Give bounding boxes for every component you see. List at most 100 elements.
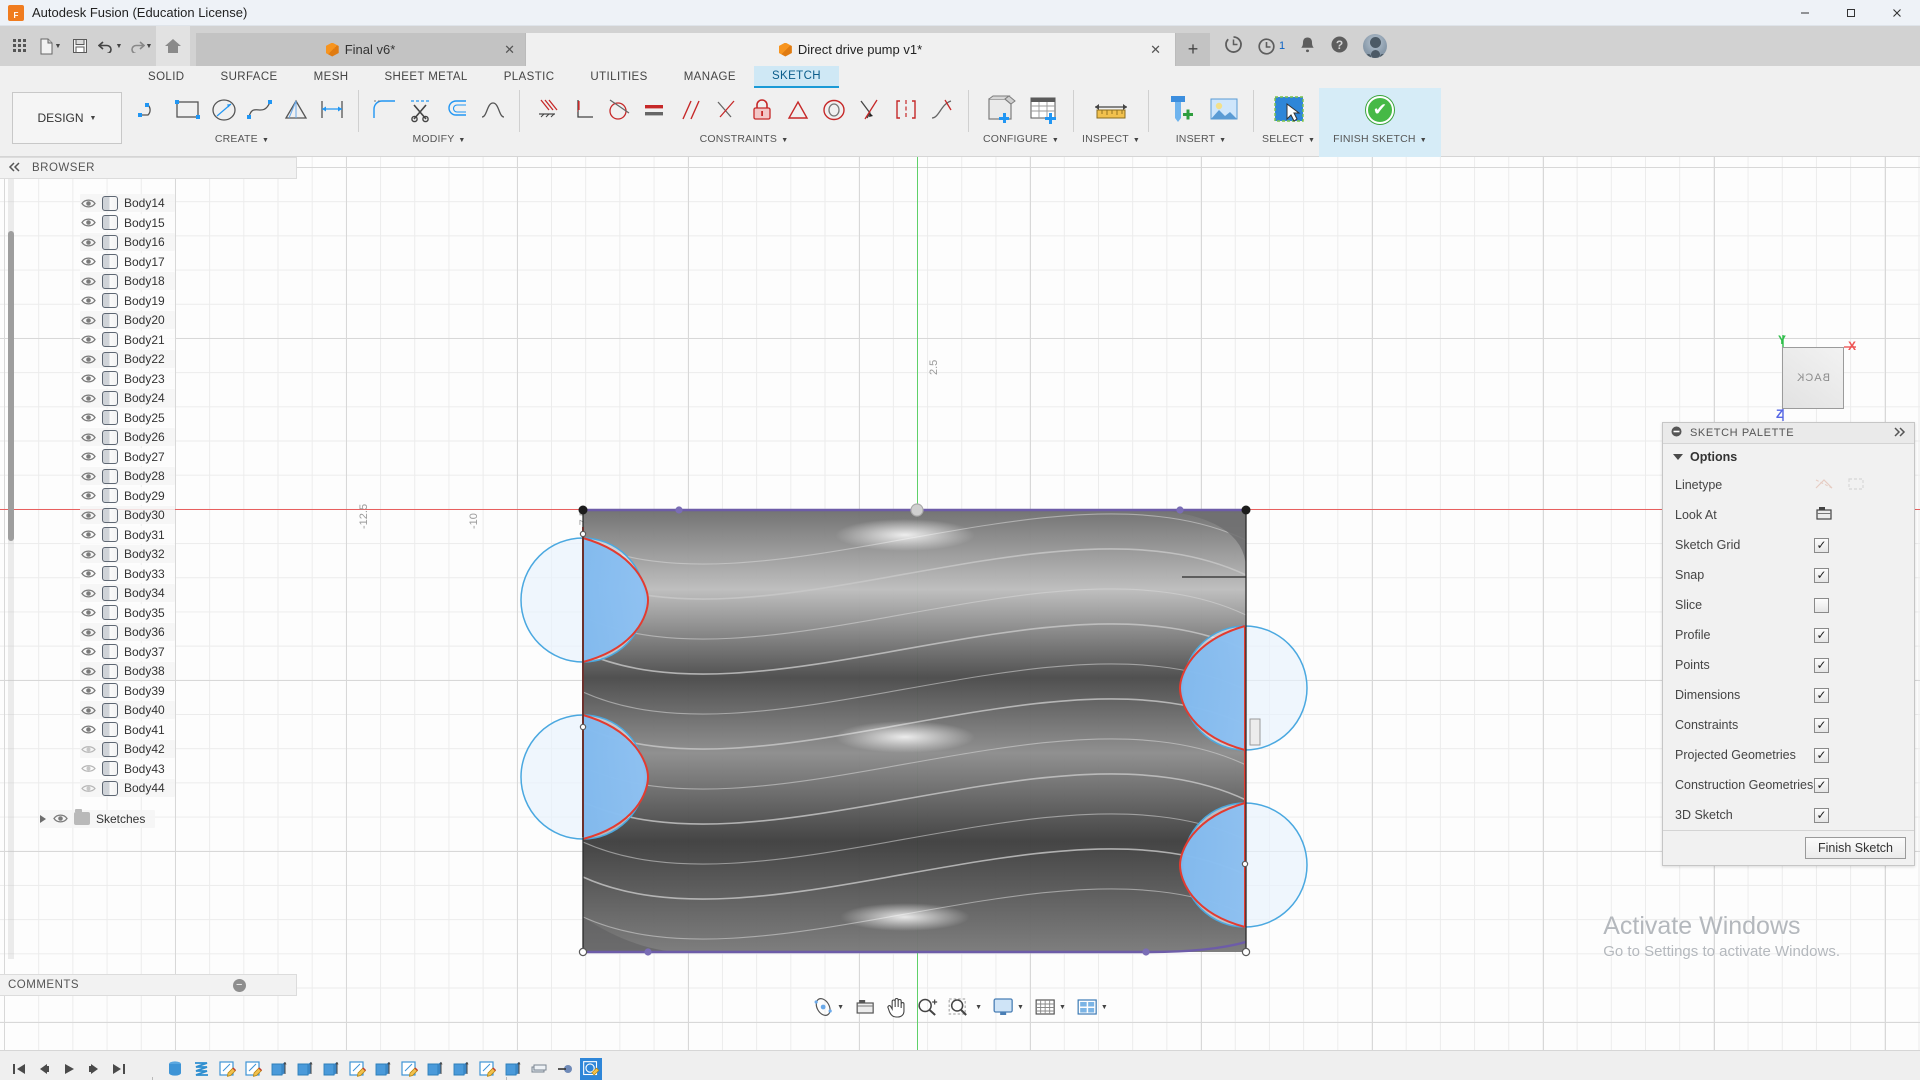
step-back-button[interactable] — [33, 1057, 55, 1080]
new-tab-button[interactable]: + — [1176, 33, 1210, 66]
configuration-table-tool[interactable] — [1021, 88, 1065, 132]
visibility-eye-icon[interactable] — [80, 430, 96, 444]
tab-sketch[interactable]: SKETCH — [753, 66, 839, 88]
visibility-eye-icon[interactable] — [80, 255, 96, 269]
browser-panel[interactable]: BROWSER Body14 Body15 Body16 Body17 Body18 Bo… — [0, 157, 297, 959]
browser-tree[interactable]: Body14 Body15 Body16 Body17 Body18 Body19 Body… — [0, 179, 297, 959]
chevron-down-icon[interactable]: ▼ — [1052, 137, 1059, 144]
visibility-eye-icon[interactable] — [80, 508, 96, 522]
tab-utilities[interactable]: UTILITIES — [572, 66, 665, 88]
tangent-constraint[interactable] — [600, 90, 636, 130]
configure-design-tool[interactable] — [977, 88, 1021, 132]
checkbox-3d-sketch[interactable]: ✓ — [1814, 807, 1829, 823]
bell-icon[interactable] — [1299, 36, 1316, 57]
palette-row-snap[interactable]: Snap ✓ — [1663, 560, 1914, 590]
comments-panel-header[interactable]: COMMENTS − — [0, 974, 297, 996]
display-settings[interactable]: ▼ — [989, 994, 1027, 1020]
expand-right-icon[interactable] — [40, 814, 46, 823]
browser-item-body35[interactable]: Body35 — [80, 603, 175, 622]
maximize-button[interactable] — [1828, 0, 1874, 26]
symmetry-constraint[interactable] — [888, 90, 924, 130]
pan-tool[interactable] — [883, 994, 909, 1020]
redo-icon[interactable]: ▼ — [126, 31, 154, 61]
finish-sketch-tool[interactable]: ✔ — [1358, 88, 1402, 132]
visibility-eye-icon[interactable] — [80, 528, 96, 542]
new-document-icon[interactable]: ▼ — [36, 31, 64, 61]
browser-item-body25[interactable]: Body25 — [80, 408, 175, 427]
step-forward-button[interactable] — [83, 1057, 105, 1080]
navigation-toolbar[interactable]: ▼ ▼ ▼ ▼ ▼ — [809, 992, 1111, 1022]
visibility-eye-icon[interactable] — [80, 781, 96, 795]
browser-item-body21[interactable]: Body21 — [80, 330, 175, 349]
break-tool[interactable] — [475, 90, 511, 130]
spline-tool[interactable] — [242, 90, 278, 130]
concentric-constraint[interactable] — [816, 90, 852, 130]
chevron-down-icon[interactable]: ▼ — [1308, 137, 1315, 144]
select-tool[interactable] — [1267, 88, 1311, 132]
browser-item-body29[interactable]: Body29 — [80, 486, 175, 505]
circle-tool[interactable] — [206, 90, 242, 130]
checkbox-constraints[interactable]: ✓ — [1814, 717, 1829, 733]
trim-tool[interactable] — [403, 90, 439, 130]
browser-item-body27[interactable]: Body27 — [80, 447, 175, 466]
view-cube[interactable]: BACK Y X Z — [1756, 325, 1868, 437]
job-status-icon[interactable] — [1224, 35, 1243, 57]
offset-tool[interactable] — [439, 90, 475, 130]
visibility-eye-icon[interactable] — [80, 352, 96, 366]
visibility-eye-icon[interactable] — [80, 567, 96, 581]
add-comment-icon[interactable]: − — [233, 978, 246, 992]
pin-icon[interactable] — [1671, 426, 1682, 440]
browser-item-body26[interactable]: Body26 — [80, 428, 175, 446]
grid-snaps[interactable]: ▼ — [1031, 994, 1069, 1020]
visibility-eye-icon[interactable] — [80, 742, 96, 756]
visibility-eye-icon[interactable] — [80, 586, 96, 600]
checkbox-projected-geometries[interactable]: ✓ — [1814, 747, 1829, 763]
browser-item-body18[interactable]: Body18 — [80, 272, 175, 290]
checkbox-sketch-grid[interactable]: ✓ — [1814, 537, 1829, 553]
chevron-down-icon[interactable]: ▼ — [1101, 1004, 1108, 1011]
visibility-eye-icon[interactable] — [80, 489, 96, 503]
minimize-button[interactable] — [1782, 0, 1828, 26]
play-playback-button[interactable] — [58, 1057, 80, 1080]
checkbox-profile[interactable]: ✓ — [1814, 627, 1829, 643]
chevron-down-icon[interactable]: ▼ — [55, 43, 62, 50]
line-tool[interactable] — [134, 90, 170, 130]
document-tab-direct-drive-pump[interactable]: Direct drive pump v1* ✕ — [526, 33, 1176, 66]
browser-scrollbar-thumb[interactable] — [8, 231, 14, 541]
browser-item-body44[interactable]: Body44 — [80, 779, 175, 797]
measure-tool[interactable] — [1089, 88, 1133, 132]
collapse-left-icon[interactable] — [8, 161, 22, 175]
checkbox-points[interactable]: ✓ — [1814, 657, 1829, 673]
close-icon[interactable]: ✕ — [1150, 42, 1161, 58]
visibility-eye-icon[interactable] — [80, 196, 96, 210]
browser-item-body30[interactable]: Body30 — [80, 506, 175, 524]
viewports[interactable]: ▼ — [1073, 994, 1111, 1020]
look-at-tool[interactable] — [851, 994, 879, 1020]
fillet-tool[interactable] — [367, 90, 403, 130]
perpendicular-constraint[interactable] — [564, 90, 600, 130]
visibility-eye-icon[interactable] — [80, 333, 96, 347]
sketch-palette-options-section[interactable]: Options — [1663, 444, 1914, 470]
checkbox-snap[interactable]: ✓ — [1814, 567, 1829, 583]
visibility-eye-icon[interactable] — [80, 372, 96, 386]
browser-item-body34[interactable]: Body34 — [80, 584, 175, 602]
browser-item-body37[interactable]: Body37 — [80, 642, 175, 661]
checkbox-slice[interactable] — [1814, 597, 1829, 613]
close-icon[interactable]: ✕ — [504, 42, 515, 58]
visibility-eye-icon[interactable] — [80, 294, 96, 308]
browser-item-body33[interactable]: Body33 — [80, 564, 175, 583]
look-at-icon[interactable] — [1814, 505, 1834, 525]
curvature-constraint[interactable] — [924, 90, 960, 130]
browser-item-body38[interactable]: Body38 — [80, 662, 175, 680]
visibility-eye-icon[interactable] — [52, 812, 68, 826]
visibility-eye-icon[interactable] — [80, 274, 96, 288]
app-grid-icon[interactable] — [6, 31, 34, 61]
chevron-down-icon[interactable]: ▼ — [1059, 1004, 1066, 1011]
browser-item-body32[interactable]: Body32 — [80, 545, 175, 563]
visibility-eye-icon[interactable] — [80, 664, 96, 678]
visibility-eye-icon[interactable] — [80, 684, 96, 698]
linetype-construction-icon[interactable] — [1846, 476, 1866, 495]
home-icon[interactable] — [156, 26, 190, 66]
undo-icon[interactable]: ▼ — [96, 31, 124, 61]
timeline-bar[interactable] — [0, 1050, 1920, 1080]
